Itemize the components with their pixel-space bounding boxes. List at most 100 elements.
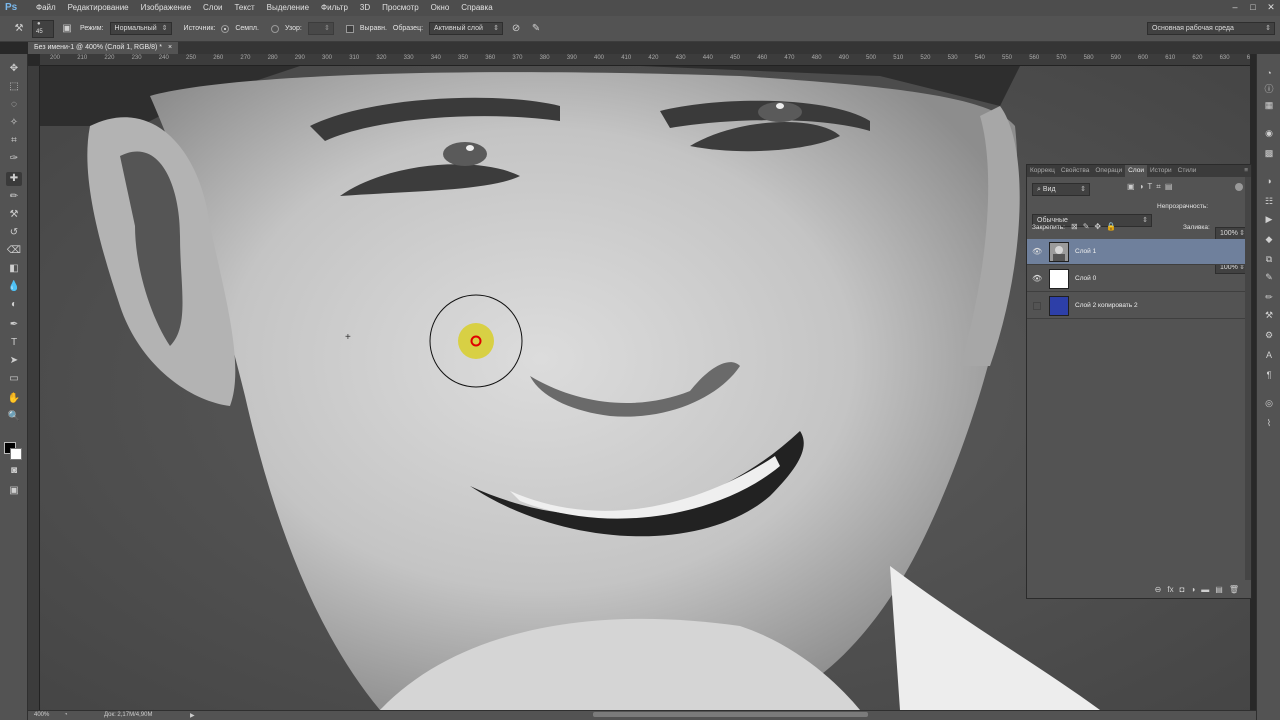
clone-stamp-tool-icon[interactable]: ⚒	[6, 208, 22, 222]
layer-name[interactable]: Слой 1	[1075, 248, 1096, 255]
blur-tool-icon[interactable]: 💧	[6, 280, 22, 294]
layer-row[interactable]: Слой 2 копировать 2	[1027, 293, 1245, 319]
healing-brush-tool-icon[interactable]: ✚	[6, 172, 22, 186]
filter-adjust-icon[interactable]: ◑	[1139, 182, 1144, 192]
zoom-tool-icon[interactable]: 🔍	[6, 410, 22, 424]
new-layer-icon[interactable]: ▤	[1215, 585, 1223, 594]
type-tool-icon[interactable]: T	[6, 336, 22, 350]
clone-source-panel-icon[interactable]: ⚒	[1261, 308, 1277, 322]
menu-image[interactable]: Изображение	[135, 0, 197, 16]
layer-name[interactable]: Слой 0	[1075, 275, 1096, 282]
layers-panel-icon[interactable]: ◆	[1261, 232, 1277, 246]
menu-type[interactable]: Текст	[228, 0, 260, 16]
layer-name[interactable]: Слой 2 копировать 2	[1075, 302, 1138, 309]
tab-adjustments[interactable]: Коррекц	[1027, 165, 1058, 177]
lock-transparent-icon[interactable]: ⊠	[1071, 222, 1078, 231]
menu-help[interactable]: Справка	[455, 0, 498, 16]
menu-3d[interactable]: 3D	[354, 0, 376, 16]
background-color-swatch[interactable]	[10, 448, 22, 460]
document-tab[interactable]: Без имени-1 @ 400% (Слой 1, RGB/8) * ×	[28, 42, 179, 54]
menu-filter[interactable]: Фильтр	[315, 0, 354, 16]
mode-dropdown[interactable]: Нормальный	[109, 22, 172, 35]
workspace-dropdown[interactable]: Основная рабочая среда	[1147, 22, 1275, 35]
maximize-button[interactable]: □	[1244, 0, 1262, 16]
pattern-radio[interactable]	[270, 24, 279, 33]
gradient-tool-icon[interactable]: ◧	[6, 262, 22, 276]
tab-properties[interactable]: Свойства	[1058, 165, 1093, 177]
minimize-button[interactable]: –	[1226, 0, 1244, 16]
sampled-radio[interactable]	[221, 24, 230, 33]
layer-row[interactable]: 👁 Слой 1	[1027, 239, 1245, 265]
paragraph-panel-icon[interactable]: ¶	[1261, 368, 1277, 382]
menu-view[interactable]: Просмотр	[376, 0, 425, 16]
character-panel-icon[interactable]: A	[1261, 348, 1277, 362]
menu-window[interactable]: Окно	[425, 0, 456, 16]
menu-select[interactable]: Выделение	[261, 0, 315, 16]
zoom-level[interactable]: 400%	[34, 712, 49, 718]
path-select-tool-icon[interactable]: ➤	[6, 354, 22, 368]
dodge-tool-icon[interactable]: ◐	[6, 298, 22, 312]
visibility-eye-icon[interactable]: 👁	[1032, 274, 1042, 284]
brush-preset-picker[interactable]: ● 45	[32, 19, 54, 38]
quick-select-tool-icon[interactable]: ✧	[6, 116, 22, 130]
close-button[interactable]: ✕	[1262, 0, 1280, 16]
quick-mask-icon[interactable]: ◙	[6, 464, 22, 478]
filter-toggle[interactable]	[1235, 183, 1243, 191]
screen-mode-icon[interactable]: ▣	[6, 484, 22, 498]
swatches-panel-icon[interactable]: ▩	[1261, 146, 1277, 160]
history-brush-tool-icon[interactable]: ↺	[6, 226, 22, 240]
menu-layers[interactable]: Слои	[197, 0, 228, 16]
properties-panel-icon[interactable]: ☷	[1261, 194, 1277, 208]
info-panel-icon[interactable]: ⓘ	[1261, 82, 1277, 96]
pattern-picker[interactable]	[307, 22, 334, 35]
menu-file[interactable]: Файл	[30, 0, 62, 16]
eyedropper-tool-icon[interactable]: ✑	[6, 152, 22, 166]
menu-edit[interactable]: Редактирование	[62, 0, 135, 16]
delete-layer-icon[interactable]: 🗑	[1229, 585, 1239, 594]
adjustment-layer-icon[interactable]: ◑	[1190, 585, 1195, 594]
paths-panel-icon[interactable]: ✎	[1261, 270, 1277, 284]
link-layers-icon[interactable]: ⊖	[1155, 585, 1162, 594]
brush-panel-icon[interactable]: ✏	[1261, 290, 1277, 304]
ignore-adjustment-layers-icon[interactable]: ⊘	[509, 23, 523, 34]
horizontal-scrollbar-thumb[interactable]	[593, 712, 868, 717]
measurement-panel-icon[interactable]: ⌇	[1261, 416, 1277, 430]
3d-panel-icon[interactable]: ◎	[1261, 396, 1277, 410]
crop-tool-icon[interactable]: ⌗	[6, 134, 22, 148]
move-tool-icon[interactable]: ✥	[6, 62, 22, 76]
tab-history[interactable]: Истори	[1147, 165, 1175, 177]
filter-type-icon[interactable]: T	[1147, 182, 1152, 192]
aligned-checkbox[interactable]	[345, 24, 354, 33]
sample-dropdown[interactable]: Активный слой	[429, 22, 504, 35]
color-panel-icon[interactable]: ▦	[1261, 98, 1277, 112]
eraser-tool-icon[interactable]: ⌫	[6, 244, 22, 258]
tab-styles[interactable]: Стили	[1175, 165, 1200, 177]
filter-smart-icon[interactable]: ▤	[1165, 182, 1173, 192]
adjustments-panel-icon[interactable]: ◑	[1261, 174, 1277, 188]
panel-menu-icon[interactable]: ≡	[1241, 165, 1251, 177]
add-mask-icon[interactable]: ◘	[1180, 585, 1185, 594]
visibility-eye-icon[interactable]: 👁	[1032, 247, 1042, 257]
status-icon[interactable]: ◔	[64, 712, 68, 718]
hand-tool-icon[interactable]: ✋	[6, 392, 22, 406]
clone-source-panel-icon[interactable]: ▣	[60, 23, 74, 34]
channels-panel-icon[interactable]: ⧉	[1261, 252, 1277, 266]
lasso-tool-icon[interactable]: ◌	[6, 98, 22, 112]
actions-panel-icon[interactable]: ▶	[1261, 212, 1277, 226]
layers-scrollbar[interactable]	[1245, 177, 1251, 580]
clone-stamp-tool-icon[interactable]: ⚒	[12, 23, 26, 34]
shape-tool-icon[interactable]: ▭	[6, 372, 22, 386]
tab-layers[interactable]: Слои	[1125, 165, 1147, 177]
new-group-icon[interactable]: ▬	[1201, 585, 1209, 594]
history-panel-icon[interactable]: ◔	[1261, 66, 1277, 80]
lock-pixels-icon[interactable]: ✎	[1083, 222, 1090, 231]
brush-tool-icon[interactable]: ✏	[6, 190, 22, 204]
marquee-tool-icon[interactable]: ⬚	[6, 80, 22, 94]
document-tab-close-icon[interactable]: ×	[168, 44, 172, 51]
tool-presets-panel-icon[interactable]: ⚙	[1261, 328, 1277, 342]
visibility-toggle-off[interactable]	[1033, 302, 1041, 310]
pen-tool-icon[interactable]: ✒	[6, 318, 22, 332]
lock-position-icon[interactable]: ✥	[1094, 222, 1101, 231]
pressure-size-icon[interactable]: ✎	[529, 23, 543, 34]
filter-pixel-icon[interactable]: ▣	[1127, 182, 1135, 192]
